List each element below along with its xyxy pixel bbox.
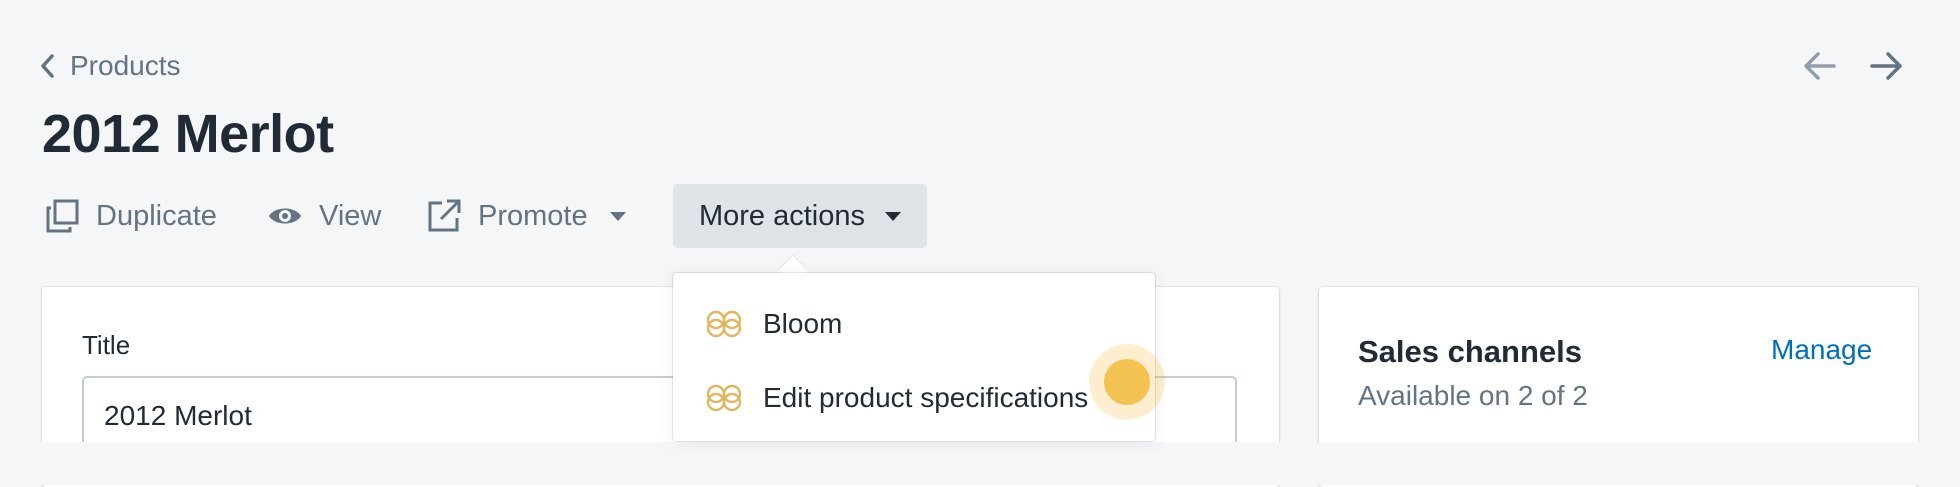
promote-button[interactable]: Promote (426, 184, 626, 248)
next-product-button[interactable] (1866, 46, 1906, 86)
bloom-app-icon (706, 310, 742, 338)
manage-sales-channels-link[interactable]: Manage (1771, 334, 1872, 366)
sales-channels-heading: Sales channels (1358, 334, 1583, 369)
breadcrumb-label: Products (70, 50, 181, 81)
menu-item-label: Edit product specifications (763, 382, 1089, 413)
menu-item-bloom[interactable]: Bloom (673, 287, 1155, 361)
arrow-left-icon (1804, 52, 1836, 80)
cursor-pointer (1104, 359, 1150, 405)
sales-channels-availability: Available on 2 of 2 (1358, 380, 1588, 411)
menu-item-label: Bloom (763, 308, 843, 339)
arrow-right-icon (1870, 52, 1902, 80)
caret-down-icon (609, 211, 626, 221)
previous-product-button[interactable] (1800, 46, 1840, 86)
page-title: 2012 Merlot (42, 104, 334, 164)
eye-icon (269, 208, 301, 224)
duplicate-button[interactable]: Duplicate (44, 184, 217, 248)
duplicate-icon (46, 199, 79, 233)
title-field-label: Title (82, 330, 131, 360)
promote-label: Promote (478, 199, 588, 232)
page-background (0, 442, 1960, 485)
breadcrumb-products[interactable]: Products (38, 46, 181, 86)
caret-down-icon (885, 211, 901, 221)
menu-item-edit-product-specifications[interactable]: Edit product specifications (673, 361, 1155, 435)
chevron-left-icon (41, 54, 54, 78)
duplicate-label: Duplicate (96, 199, 217, 232)
more-actions-button[interactable]: More actions (673, 184, 927, 248)
view-label: View (319, 199, 382, 232)
external-link-icon (428, 199, 461, 232)
more-actions-label: More actions (698, 199, 865, 232)
bloom-app-icon (706, 384, 742, 412)
more-actions-dropdown: Bloom Edit product specifications (673, 273, 1155, 441)
view-button[interactable]: View (267, 184, 381, 248)
